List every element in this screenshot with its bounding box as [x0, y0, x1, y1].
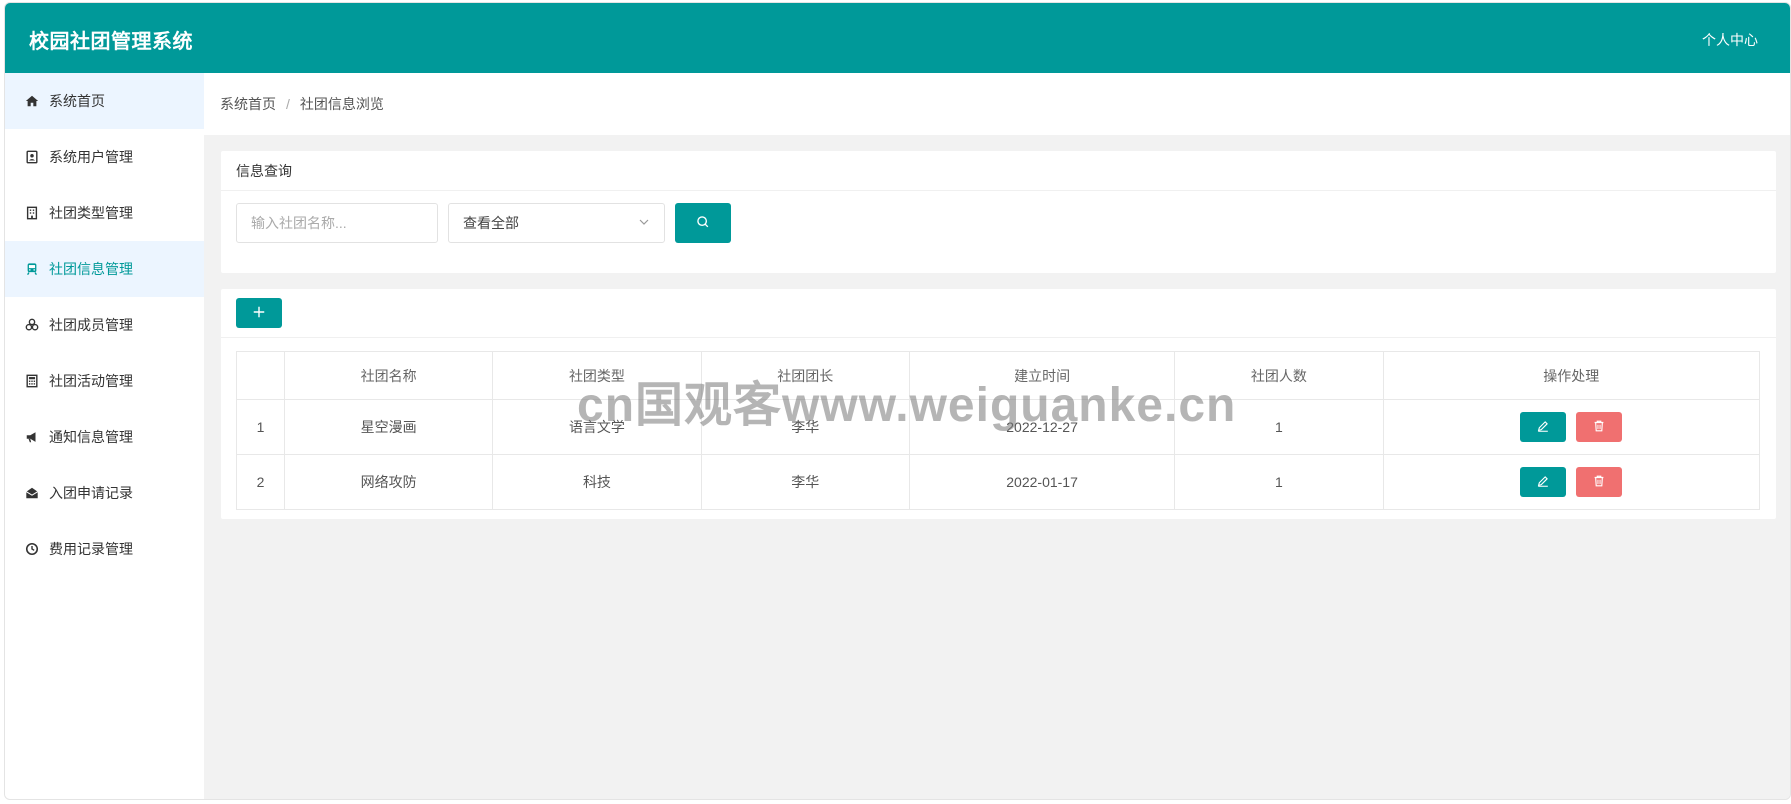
club-list-panel: 社团名称 社团类型 社团团长 建立时间 社团人数 操作处理 1 星空漫画 语言文…: [221, 289, 1776, 519]
sidebar-item-label: 入团申请记录: [49, 485, 133, 501]
search-button[interactable]: [675, 203, 731, 243]
cell-name: 网络攻防: [283, 454, 494, 510]
table-header-row: 社团名称 社团类型 社团团长 建立时间 社团人数 操作处理: [236, 351, 1761, 400]
user-card-icon: [25, 150, 39, 164]
edit-button[interactable]: [1520, 412, 1567, 442]
sidebar-item-label: 社团类型管理: [49, 205, 133, 221]
cell-count: 1: [1174, 454, 1384, 510]
envelope-open-icon: [25, 486, 39, 500]
sidebar-item-label: 费用记录管理: [49, 541, 133, 557]
breadcrumb-home[interactable]: 系统首页: [220, 94, 276, 114]
sidebar-item-users[interactable]: 系统用户管理: [5, 129, 204, 185]
add-club-button[interactable]: [236, 298, 282, 328]
cell-leader: 李华: [700, 399, 910, 455]
sidebar-item-club-types[interactable]: 社团类型管理: [5, 185, 204, 241]
chevron-down-icon: [638, 215, 650, 231]
sidebar-item-activities[interactable]: 社团活动管理: [5, 353, 204, 409]
sidebar-item-label: 社团信息管理: [49, 261, 133, 277]
breadcrumb-current: 社团信息浏览: [299, 96, 384, 112]
club-type-select-value: 查看全部: [463, 215, 519, 231]
search-icon: [696, 215, 710, 232]
sidebar-item-fees[interactable]: 费用记录管理: [5, 521, 204, 577]
column-header-count: 社团人数: [1174, 351, 1384, 400]
sidebar-item-label: 通知信息管理: [49, 429, 133, 445]
train-icon: [25, 262, 39, 276]
sidebar-item-club-info[interactable]: 社团信息管理: [5, 241, 204, 297]
sidebar-item-label: 系统用户管理: [49, 149, 133, 165]
trash-icon: [1592, 474, 1606, 491]
cell-count: 1: [1174, 399, 1384, 455]
column-header-actions: 操作处理: [1382, 351, 1761, 400]
clock-icon: [25, 542, 39, 556]
cell-leader: 李华: [700, 454, 910, 510]
sidebar-item-applications[interactable]: 入团申请记录: [5, 465, 204, 521]
column-header-leader: 社团团长: [700, 351, 910, 400]
sidebar-item-label: 系统首页: [49, 93, 105, 109]
column-header-type: 社团类型: [492, 351, 702, 400]
club-table: 社团名称 社团类型 社团团长 建立时间 社团人数 操作处理 1 星空漫画 语言文…: [236, 351, 1761, 510]
cell-actions: [1382, 399, 1761, 455]
cubes-icon: [25, 318, 39, 332]
plus-icon: [252, 305, 266, 322]
divider: [221, 337, 1776, 338]
cell-actions: [1382, 454, 1761, 510]
column-header-name: 社团名称: [283, 351, 494, 400]
table-row: 2 网络攻防 科技 李华 2022-01-17 1: [236, 454, 1761, 510]
user-center-link[interactable]: 个人中心: [1702, 30, 1758, 50]
cell-date: 2022-12-27: [908, 399, 1176, 455]
cell-date: 2022-01-17: [908, 454, 1176, 510]
club-name-search-input[interactable]: [236, 203, 438, 243]
sidebar: 系统首页 系统用户管理 社团类型管理 社团信息管理 社团成员管理 社团活动管理 …: [5, 73, 204, 799]
edit-icon: [1536, 474, 1550, 491]
edit-button[interactable]: [1520, 467, 1567, 497]
edit-icon: [1536, 419, 1550, 436]
table-row: 1 星空漫画 语言文学 李华 2022-12-27 1: [236, 399, 1761, 455]
cell-type: 语言文学: [492, 399, 702, 455]
delete-button[interactable]: [1576, 412, 1623, 442]
cell-name: 星空漫画: [283, 399, 494, 455]
query-panel: 信息查询 查看全部: [221, 151, 1776, 273]
calculator-icon: [25, 374, 39, 388]
home-icon: [25, 94, 39, 108]
query-panel-title: 信息查询: [221, 151, 1776, 191]
breadcrumb: 系统首页 / 社团信息浏览: [204, 73, 1790, 135]
club-type-select[interactable]: 查看全部: [448, 203, 665, 243]
delete-button[interactable]: [1576, 467, 1623, 497]
query-form: 查看全部: [236, 203, 731, 243]
top-header: 校园社团管理系统 个人中心: [5, 3, 1790, 73]
bullhorn-icon: [25, 430, 39, 444]
cell-type: 科技: [492, 454, 702, 510]
main-content: 系统首页 / 社团信息浏览 信息查询 查看全部: [204, 73, 1790, 799]
sidebar-item-members[interactable]: 社团成员管理: [5, 297, 204, 353]
sidebar-item-home[interactable]: 系统首页: [5, 73, 204, 129]
sidebar-item-label: 社团活动管理: [49, 373, 133, 389]
building-icon: [25, 206, 39, 220]
app-window: 校园社团管理系统 个人中心 系统首页 系统用户管理 社团类型管理 社团信息管理 …: [4, 2, 1791, 800]
breadcrumb-separator: /: [286, 96, 290, 112]
app-title: 校园社团管理系统: [29, 31, 193, 53]
cell-index: 2: [236, 454, 285, 510]
sidebar-item-notices[interactable]: 通知信息管理: [5, 409, 204, 465]
cell-index: 1: [236, 399, 285, 455]
sidebar-item-label: 社团成员管理: [49, 317, 133, 333]
column-header-index: [236, 351, 285, 400]
column-header-date: 建立时间: [908, 351, 1176, 400]
trash-icon: [1592, 419, 1606, 436]
